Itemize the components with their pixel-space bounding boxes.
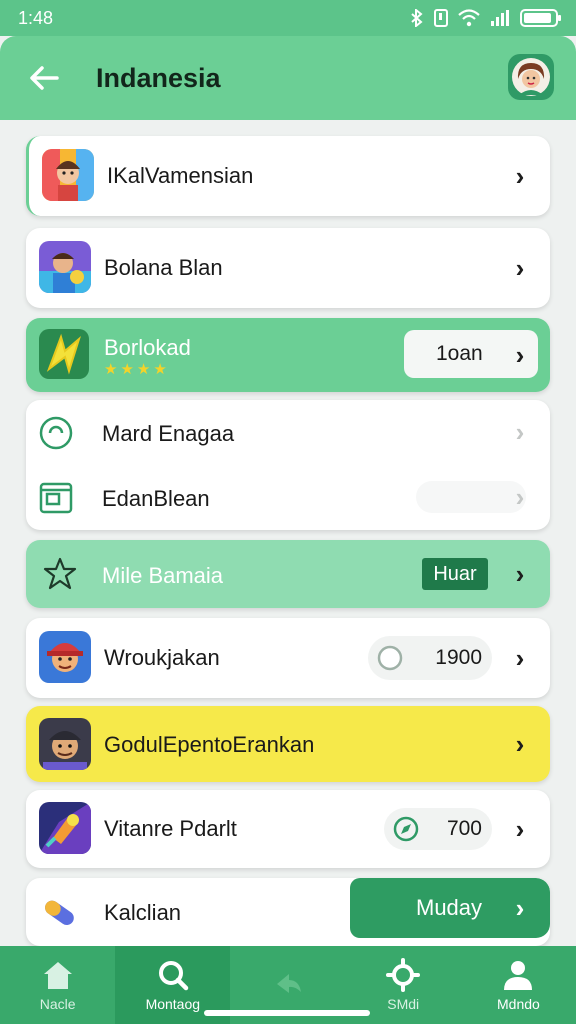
back-button[interactable]	[20, 54, 68, 102]
nav-label: SMdi	[387, 996, 420, 1012]
item-label: Mile Bamaia	[102, 563, 224, 588]
battery-icon	[520, 9, 561, 27]
list-item[interactable]: Bolana Blan ›	[26, 228, 550, 308]
app-header: Indanesia	[0, 36, 576, 120]
list-group: Mard Enagaa › EdanBlean ›	[26, 400, 550, 530]
settings-gear-icon	[386, 958, 421, 992]
home-icon	[43, 962, 72, 989]
list-item-highlighted[interactable]: Borlokad ★★★★ 1oan ›	[26, 318, 550, 392]
bluetooth-icon	[411, 9, 423, 27]
chevron-right-icon: ›	[515, 416, 525, 447]
share-icon	[277, 974, 301, 993]
nav-item-profile[interactable]: Mdndo	[461, 946, 576, 1024]
chevron-right-icon: ›	[515, 160, 525, 191]
list-item-highlighted[interactable]: Mile Bamaia Huar ›	[26, 540, 550, 608]
nav-label: Montaog	[145, 996, 201, 1012]
item-label: Kalclian	[104, 900, 182, 925]
star-outline-icon	[43, 557, 77, 590]
document-icon	[39, 482, 73, 514]
circle-toggle-icon	[39, 416, 73, 450]
item-label: Wroukjakan	[104, 645, 220, 670]
list-item[interactable]: IKalVamensian ›	[26, 136, 550, 216]
chevron-right-icon: ›	[515, 558, 525, 589]
item-value: 700	[446, 817, 482, 840]
chevron-right-icon: ›	[515, 642, 525, 673]
home-indicator[interactable]	[204, 1010, 370, 1016]
chevron-right-icon: ›	[515, 481, 525, 512]
game-app-icon	[39, 631, 91, 683]
list-item[interactable]: Mard Enagaa ›	[26, 400, 550, 465]
item-label: Borlokad	[104, 335, 191, 360]
nav-item-home[interactable]: Nacle	[0, 946, 115, 1024]
signal-icon	[491, 10, 509, 26]
game-app-icon	[39, 241, 91, 293]
compass-icon	[393, 816, 419, 842]
item-value-pill: 700	[384, 808, 492, 850]
chevron-right-icon: ›	[515, 339, 525, 370]
person-icon	[504, 961, 533, 990]
pill-capsule-icon	[45, 900, 74, 925]
nfc-icon	[434, 9, 448, 27]
nav-label: Nacle	[39, 996, 76, 1012]
item-label: GodulEpentoErankan	[104, 732, 315, 757]
nav-label: Mdndo	[497, 996, 540, 1012]
status-badge: Huar	[422, 558, 488, 590]
status-time: 1:48	[18, 7, 54, 28]
game-app-icon	[42, 149, 94, 201]
item-value-pill: 1900	[368, 636, 492, 680]
circle-icon	[377, 645, 403, 671]
game-app-icon	[39, 718, 91, 770]
list-item[interactable]: Vitanre Pdarlt 700 ›	[26, 790, 550, 868]
rating-stars-icon: ★★★★	[104, 361, 170, 378]
list-item[interactable]: Wroukjakan 1900 ›	[26, 618, 550, 698]
item-label: Bolana Blan	[104, 255, 223, 280]
item-label: Mard Enagaa	[102, 421, 235, 446]
profile-avatar-button[interactable]	[508, 54, 554, 100]
list-item[interactable]: EdanBlean ›	[26, 465, 550, 530]
game-app-icon	[39, 802, 91, 854]
search-icon	[158, 961, 189, 991]
list-item-highlighted[interactable]: GodulEpentoErankan ›	[26, 706, 550, 782]
page-title: Indanesia	[96, 62, 221, 93]
status-icons	[410, 9, 561, 27]
item-action-label: Muday	[416, 895, 483, 920]
lightning-star-icon	[39, 329, 89, 379]
chevron-right-icon: ›	[515, 813, 525, 844]
list-item[interactable]: Kalclian Muday ›	[26, 878, 550, 946]
arrow-left-icon	[30, 66, 59, 90]
item-value: 1900	[435, 646, 482, 669]
profile-avatar-icon	[512, 58, 550, 96]
chevron-right-icon: ›	[515, 728, 525, 759]
chevron-right-icon: ›	[515, 892, 525, 923]
item-label: EdanBlean	[102, 486, 210, 511]
item-label: Vitanre Pdarlt	[104, 816, 237, 841]
chevron-right-icon: ›	[515, 252, 525, 283]
wifi-icon	[458, 9, 480, 27]
status-bar: 1:48	[0, 0, 576, 36]
item-label: IKalVamensian	[107, 163, 254, 188]
